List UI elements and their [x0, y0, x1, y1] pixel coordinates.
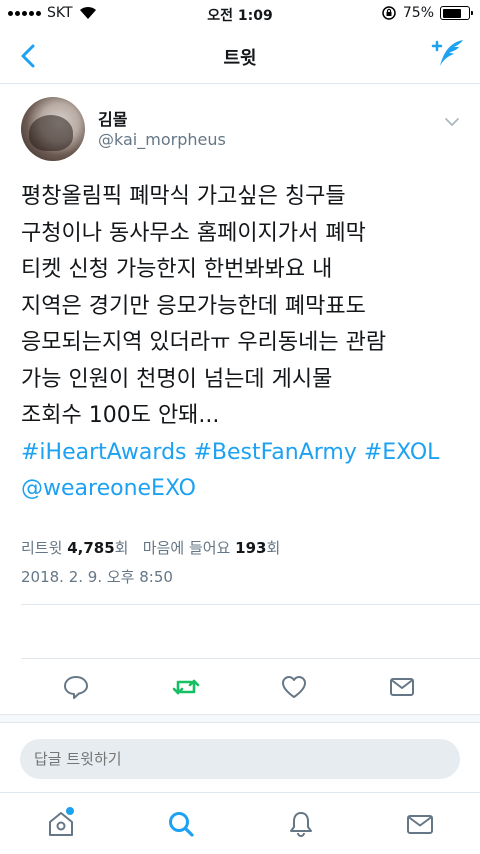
avatar[interactable]	[21, 97, 85, 161]
tweet-stats: 리트윗 4,785회 마음에 들어요 193회	[21, 537, 280, 558]
status-bar: SKT 오전 1:09 75%	[0, 0, 480, 28]
reply-input[interactable]	[20, 739, 460, 779]
heart-icon[interactable]	[280, 673, 308, 701]
tweet-line: 평창올림픽 폐막식 가고싶은 칭구들	[21, 184, 346, 209]
retweets-label: 리트윗	[21, 539, 63, 557]
tweet-text: 평창올림픽 폐막식 가고싶은 칭구들 구청이나 동사무소 홈페이지가서 폐막 티…	[21, 179, 466, 508]
divider	[21, 604, 480, 605]
bell-icon[interactable]	[286, 809, 316, 839]
battery-level	[442, 8, 462, 18]
tweet-line: 가능 인원이 천명이 넘는데 게시물	[21, 366, 333, 392]
reply-bar	[0, 722, 480, 790]
status-right: 75%	[381, 5, 473, 21]
nav-bar: 트윗	[0, 28, 480, 84]
user-handle[interactable]: @kai_morpheus	[98, 130, 226, 149]
hashtag-links[interactable]: #iHeartAwards #BestFanArmy #EXOL	[21, 435, 466, 472]
tab-bar	[0, 792, 480, 854]
display-name[interactable]: 김몰	[98, 106, 127, 130]
search-icon[interactable]	[166, 809, 196, 839]
retweets-count: 4,785	[67, 539, 115, 557]
likes-count: 193	[235, 539, 267, 557]
tweet-line: 조회수 100도 안돼...	[21, 403, 220, 428]
chevron-down-icon[interactable]	[444, 114, 460, 130]
avatar-face	[29, 115, 73, 151]
retweet-icon[interactable]	[172, 673, 200, 701]
page-title: 트윗	[223, 48, 257, 69]
tweet-line: 응모되는지역 있더라ㅠ 우리동네는 관람	[21, 330, 387, 355]
reply-icon[interactable]	[62, 673, 90, 701]
rotation-lock-icon	[382, 6, 396, 20]
retweets-stat[interactable]: 리트윗 4,785회	[21, 539, 133, 557]
tweet-line: 지역은 경기만 응모가능한데 폐막표도	[21, 293, 366, 319]
home-unread-dot	[66, 807, 74, 815]
likes-label: 마음에 들어요	[142, 539, 231, 557]
battery-icon	[440, 6, 473, 20]
battery-percent: 75%	[402, 5, 434, 21]
mention-link[interactable]: @weareoneEXO	[21, 471, 466, 508]
tweet-timestamp: 2018. 2. 9. 오후 8:50	[21, 568, 173, 586]
section-gap	[0, 714, 480, 722]
tweet-actions	[0, 673, 480, 703]
tweet-line: 티켓 신청 가능한지 한번봐봐요 내	[21, 257, 333, 282]
likes-unit: 회	[266, 539, 281, 557]
envelope-icon[interactable]	[405, 809, 435, 839]
tweet-line: 구청이나 동사무소 홈페이지가서 폐막	[21, 220, 366, 246]
retweets-unit: 회	[114, 539, 129, 557]
compose-tweet-icon[interactable]	[430, 36, 466, 72]
divider	[21, 658, 480, 659]
envelope-icon[interactable]	[388, 673, 416, 701]
likes-stat[interactable]: 마음에 들어요 193회	[143, 539, 280, 557]
